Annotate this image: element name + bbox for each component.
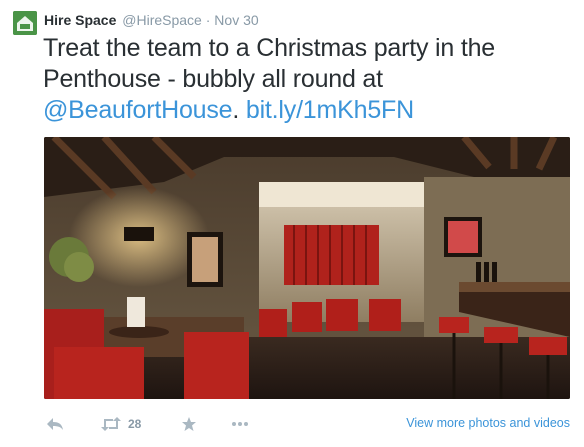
- separator-dot: ·: [205, 12, 211, 28]
- tweet-text-part: .: [232, 96, 246, 124]
- more-button[interactable]: [231, 414, 249, 434]
- favorite-button[interactable]: [181, 414, 197, 434]
- tweet-timestamp[interactable]: Nov 30: [214, 12, 258, 28]
- tweet-text-part: Treat the team to a Christmas party in t…: [43, 34, 495, 93]
- view-more-link[interactable]: View more photos and videos: [406, 416, 570, 430]
- url-link[interactable]: bit.ly/1mKh5FN: [246, 96, 414, 124]
- mention-link[interactable]: @BeaufortHouse: [43, 96, 233, 124]
- retweet-button[interactable]: 28: [100, 414, 141, 434]
- star-icon: [182, 417, 196, 431]
- reply-icon: [47, 418, 63, 430]
- retweet-count: 28: [128, 417, 142, 431]
- author-handle[interactable]: @HireSpace: [122, 12, 202, 28]
- avatar[interactable]: [13, 11, 37, 35]
- tweet-photo[interactable]: [44, 137, 570, 399]
- author-name[interactable]: Hire Space: [44, 12, 116, 28]
- ellipsis-icon: [232, 422, 248, 426]
- bar-interior-photo: [44, 137, 570, 399]
- retweet-icon: [101, 417, 121, 431]
- tweet-actions: 28 View more photos and videos: [44, 414, 570, 434]
- tweet-text: Treat the team to a Christmas party in t…: [43, 33, 563, 126]
- reply-button[interactable]: [46, 414, 64, 434]
- hire-space-logo-icon: [13, 11, 37, 35]
- tweet-header: Hire Space @HireSpace · Nov 30: [44, 11, 259, 29]
